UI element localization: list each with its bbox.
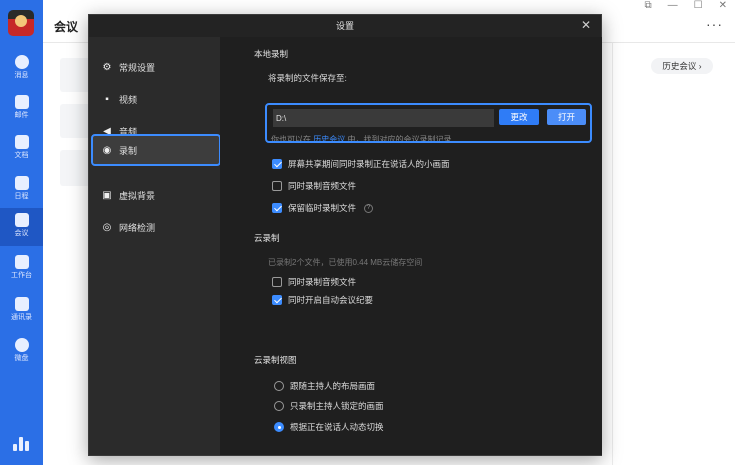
app-sidebar: 消息 邮件 文档 日程 会议 工作台 通讯录 微盘 (0, 0, 43, 465)
maximize-icon[interactable]: ☐ (694, 0, 703, 14)
rail-item-label: 工作台 (11, 272, 32, 279)
gear-icon: ⚙ (102, 61, 112, 73)
workbench-icon (14, 255, 29, 269)
section-title-cloud-view: 云录制视图 (254, 355, 297, 365)
save-path-group: 更改 打开 你也可以在 历史会议 中，找到对应的会议录制记录 (265, 103, 592, 143)
radio-follow-host-layout[interactable]: 跟随主持人的布局画面 (274, 380, 375, 392)
cloud-usage-text: 已录制2个文件，已使用0.44 MB云储存空间 (268, 258, 423, 267)
radio-label: 根据正在说话人动态切换 (290, 422, 384, 432)
nav-item-video[interactable]: ▪ 视频 (101, 86, 211, 112)
more-options-icon[interactable]: ··· (706, 16, 723, 32)
history-meetings-link[interactable]: 历史会议 (313, 135, 345, 141)
nav-item-label: 常规设置 (119, 62, 156, 73)
radio-active-speaker[interactable]: 根据正在说话人动态切换 (274, 421, 384, 433)
page-title: 会议 (54, 20, 79, 34)
help-icon[interactable]: ? (364, 203, 374, 213)
hint-text: 你也可以在 (271, 135, 311, 143)
contacts-icon (14, 297, 29, 311)
dialog-title: 设置 (335, 21, 354, 31)
nav-item-label: 虚拟背景 (119, 190, 156, 201)
cloud-drive-icon (14, 338, 29, 352)
checkbox[interactable] (272, 295, 282, 305)
history-meetings-button[interactable]: 历史会议 › (651, 58, 713, 74)
nav-item-label: 录制 (119, 145, 138, 156)
checkbox-record-speaker-during-share[interactable]: 屏幕共享期间同时录制正在说话人的小画面 (272, 158, 450, 170)
rail-item-docs[interactable]: 文档 (0, 130, 43, 168)
meeting-card[interactable] (60, 58, 90, 92)
checkbox-keep-temp-files[interactable]: 保留临时录制文件 ? (272, 202, 374, 214)
rail-item-label: 微盘 (14, 355, 29, 362)
video-camera-icon: ▪ (105, 93, 109, 105)
pin-icon[interactable]: ⧉ (645, 0, 652, 14)
rail-item-label: 消息 (14, 72, 29, 79)
meeting-icon (14, 213, 29, 227)
save-path-input[interactable] (273, 109, 494, 127)
radio-host-locked-only[interactable]: 只录制主持人锁定的画面 (274, 400, 384, 412)
section-title-cloud-recording: 云录制 (254, 233, 280, 243)
rail-item-label: 通讯录 (11, 314, 32, 321)
checkbox[interactable] (272, 159, 282, 169)
checkbox-label: 屏幕共享期间同时录制正在说话人的小画面 (288, 159, 450, 169)
checkbox[interactable] (272, 181, 282, 191)
settings-dialog: 设置 ✕ ⚙ 常规设置 ▪ 视频 ◀ 音频 ◉ 录制 ▣ 虚拟背景 ◎ 网络检测… (88, 14, 602, 456)
checkbox-label: 同时录制音频文件 (288, 181, 357, 191)
mail-icon (14, 95, 29, 109)
calendar-icon (14, 176, 29, 190)
rail-item-mail[interactable]: 邮件 (0, 90, 43, 128)
nav-item-label: 视频 (119, 94, 138, 105)
panel-divider (612, 43, 613, 465)
close-icon[interactable]: ✕ (581, 18, 591, 32)
hint-text: 中，找到对应的会议录制记录 (347, 135, 452, 143)
radio-button[interactable] (274, 401, 284, 411)
rail-item-label: 日程 (14, 193, 29, 200)
globe-icon: ◎ (102, 221, 112, 233)
radio-button[interactable] (274, 422, 284, 432)
checkbox-record-audio-cloud[interactable]: 同时录制音频文件 (272, 276, 356, 288)
nav-item-label: 网络检测 (119, 222, 156, 233)
checkbox[interactable] (272, 277, 282, 287)
rail-item-drive[interactable]: 微盘 (0, 333, 43, 371)
change-path-button[interactable]: 更改 (499, 109, 539, 125)
checkbox-record-audio-local[interactable]: 同时录制音频文件 (272, 180, 356, 192)
close-window-icon[interactable]: ✕ (719, 0, 727, 14)
rail-item-label: 邮件 (14, 112, 29, 119)
save-path-label: 将录制的文件保存至: (268, 73, 347, 83)
settings-nav: ⚙ 常规设置 ▪ 视频 ◀ 音频 ◉ 录制 ▣ 虚拟背景 ◎ 网络检测 (89, 37, 221, 455)
nav-item-network-check[interactable]: ◎ 网络检测 (101, 214, 211, 240)
minimize-icon[interactable]: — (668, 0, 678, 14)
nav-item-recording[interactable]: ◉ 录制 (91, 134, 221, 166)
rail-item-messages[interactable]: 消息 (0, 50, 43, 88)
document-icon (14, 135, 29, 149)
rail-item-contacts[interactable]: 通讯录 (0, 292, 43, 330)
meeting-card[interactable] (60, 104, 90, 138)
avatar[interactable] (8, 10, 34, 36)
rail-item-calendar[interactable]: 日程 (0, 171, 43, 209)
rail-item-workbench[interactable]: 工作台 (0, 250, 43, 288)
open-folder-button[interactable]: 打开 (547, 109, 586, 125)
radio-label: 跟随主持人的布局画面 (290, 381, 376, 391)
checkbox[interactable] (272, 203, 282, 213)
portrait-icon: ▣ (102, 189, 112, 201)
radio-label: 只录制主持人锁定的画面 (290, 401, 384, 411)
nav-item-virtual-background[interactable]: ▣ 虚拟背景 (101, 182, 211, 208)
section-title-local-recording: 本地录制 (254, 49, 289, 59)
checkbox-label: 保留临时录制文件 (288, 203, 357, 213)
checkbox-auto-minutes[interactable]: 同时开启自动会议纪要 (272, 294, 373, 306)
settings-content: 本地录制 将录制的文件保存至: 更改 打开 你也可以在 历史会议 中，找到对应的… (220, 37, 602, 455)
bar-chart-icon[interactable] (13, 437, 29, 451)
rail-item-meeting[interactable]: 会议 (0, 208, 43, 246)
chat-icon (14, 55, 29, 69)
nav-item-general[interactable]: ⚙ 常规设置 (101, 54, 211, 80)
record-icon: ◉ (102, 144, 112, 156)
radio-button[interactable] (274, 381, 284, 391)
history-hint: 你也可以在 历史会议 中，找到对应的会议录制记录 (271, 134, 452, 143)
checkbox-label: 同时开启自动会议纪要 (288, 295, 374, 305)
meeting-card[interactable] (60, 150, 90, 186)
rail-item-label: 会议 (14, 230, 29, 237)
checkbox-label: 同时录制音频文件 (288, 277, 357, 287)
rail-item-label: 文档 (14, 152, 29, 159)
